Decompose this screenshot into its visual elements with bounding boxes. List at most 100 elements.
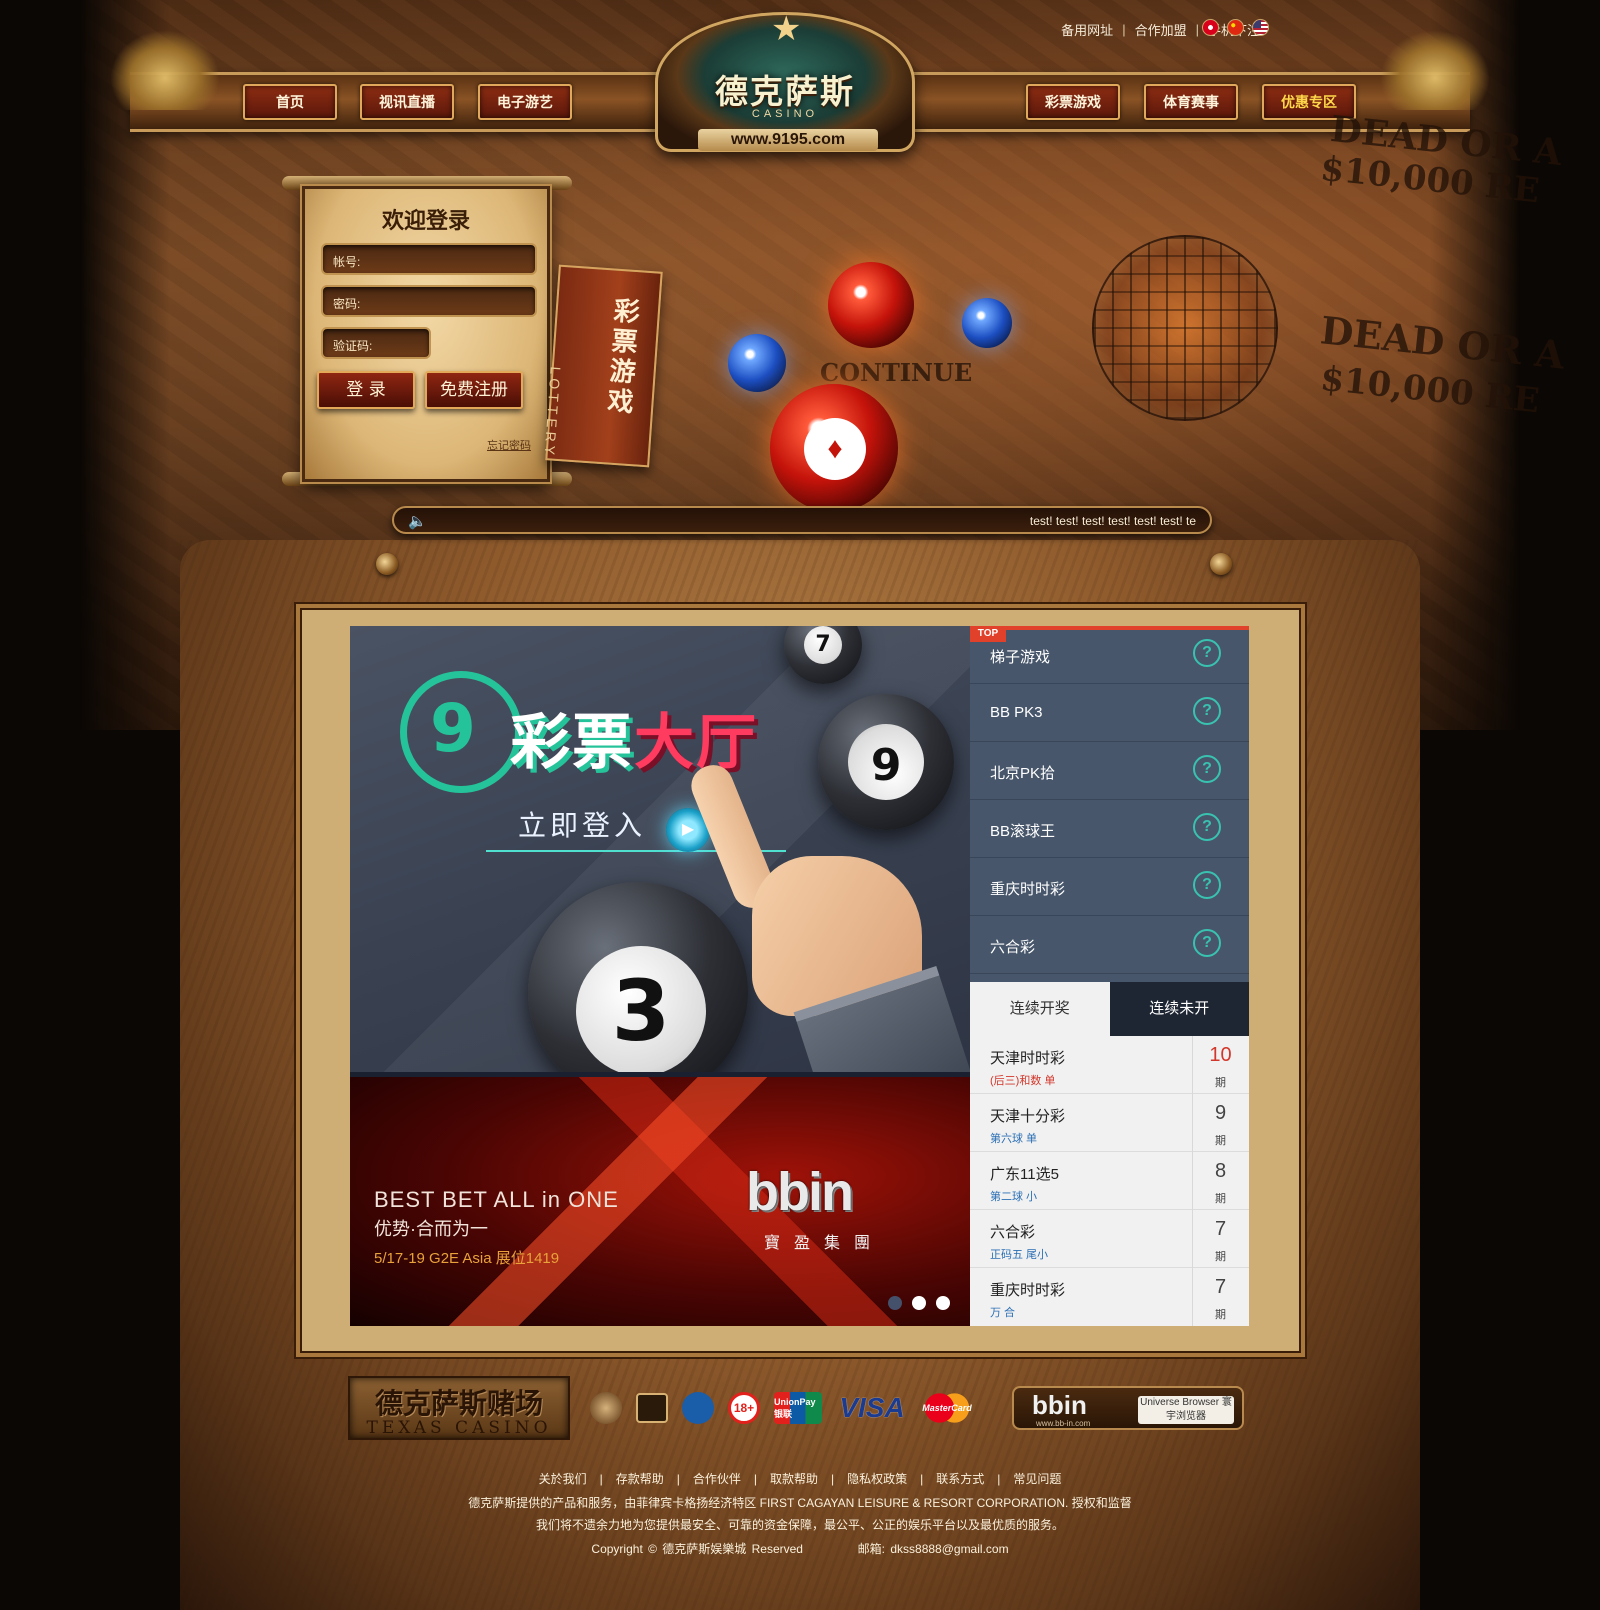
carousel-dot[interactable] bbox=[888, 1296, 902, 1310]
carousel-dots bbox=[888, 1296, 950, 1310]
carousel-dot[interactable] bbox=[936, 1296, 950, 1310]
draw-detail: 万 合 bbox=[990, 1307, 1016, 1319]
crest-icon bbox=[590, 1392, 622, 1424]
draw-row[interactable]: 天津时时彩 (后三)和数 单 10 期 bbox=[970, 1036, 1249, 1094]
account-field[interactable]: 帐号: bbox=[321, 243, 537, 275]
draw-row[interactable]: 广东11选5 第二球 小 8 期 bbox=[970, 1152, 1249, 1210]
account-label: 帐号: bbox=[333, 255, 361, 269]
footer-link-deposit-help[interactable]: 存款帮助 bbox=[616, 1472, 664, 1486]
separator: | bbox=[1122, 22, 1126, 37]
language-flags bbox=[1202, 19, 1269, 36]
login-button[interactable]: 登 录 bbox=[317, 371, 415, 409]
carousel-dot[interactable] bbox=[912, 1296, 926, 1310]
hk-flag-icon[interactable] bbox=[1202, 19, 1219, 36]
separator: | bbox=[676, 1472, 680, 1486]
universe-browser-badge[interactable]: Universe Browser 寰宇浏览器 bbox=[1138, 1396, 1234, 1424]
draw-unit: 期 bbox=[1215, 1135, 1226, 1147]
game-item[interactable]: 六合彩 ? bbox=[970, 916, 1249, 974]
captcha-field[interactable]: 验证码: bbox=[321, 327, 431, 359]
game-item[interactable]: 梯子游戏 ? bbox=[970, 626, 1249, 684]
footer-copyright-row: Copyright © 德克萨斯娱樂城 Reserved 邮箱: dkss888… bbox=[0, 1540, 1600, 1557]
footer-license-text: 德克萨斯提供的产品和服务，由菲律宾卡格扬经济特区 FIRST CAGAYAN L… bbox=[468, 1496, 1132, 1510]
footer-link-partners[interactable]: 合作伙伴 bbox=[693, 1472, 741, 1486]
ticker-text: test! test! test! test! test! test! te bbox=[1029, 514, 1196, 528]
draw-row[interactable]: 重庆时时彩 万 合 7 期 bbox=[970, 1268, 1249, 1326]
game-item[interactable]: BB滚球王 ? bbox=[970, 800, 1249, 858]
help-icon[interactable]: ? bbox=[1193, 929, 1221, 957]
unionpay-icon: UnionPay 银联 bbox=[774, 1392, 822, 1424]
bbin-logo: bbin bbox=[746, 1162, 854, 1222]
banner-title-part1: 彩票 bbox=[510, 709, 634, 776]
site-logo[interactable]: ★ 德克萨斯 CASINO www.9195.com bbox=[655, 10, 915, 152]
game-item[interactable]: 北京PK拾 ? bbox=[970, 742, 1249, 800]
help-icon[interactable]: ? bbox=[1193, 813, 1221, 841]
cn-flag-icon[interactable] bbox=[1227, 19, 1244, 36]
draw-detail: 第二球 小 bbox=[990, 1191, 1038, 1203]
nav-lottery[interactable]: 彩票游戏 bbox=[1026, 84, 1120, 120]
draw-name: 六合彩 bbox=[990, 1224, 1036, 1241]
game-name: 六合彩 bbox=[990, 939, 1036, 956]
draw-detail: 正码五 尾小 bbox=[990, 1249, 1049, 1261]
footer-link-contact[interactable]: 联系方式 bbox=[936, 1472, 984, 1486]
draw-row[interactable]: 六合彩 正码五 尾小 7 期 bbox=[970, 1210, 1249, 1268]
bbin-logo: bbin bbox=[1032, 1390, 1087, 1420]
separator: | bbox=[920, 1472, 924, 1486]
captcha-input[interactable] bbox=[385, 333, 421, 353]
lottery-ball-icon bbox=[828, 262, 914, 348]
nav-sports[interactable]: 体育赛事 bbox=[1144, 84, 1238, 120]
nav-electronic-games[interactable]: 电子游艺 bbox=[478, 84, 572, 120]
star-icon: ★ bbox=[771, 10, 802, 48]
password-field[interactable]: 密码: bbox=[321, 285, 537, 317]
account-input[interactable] bbox=[375, 249, 527, 269]
dragon-ornament-icon bbox=[1380, 30, 1490, 110]
backup-url-link[interactable]: 备用网址 bbox=[1061, 20, 1113, 39]
certificate-icon bbox=[636, 1393, 668, 1423]
dragon-ornament-icon bbox=[110, 30, 220, 110]
forgot-password-link[interactable]: 忘记密码 bbox=[487, 437, 531, 453]
draw-count: 8 bbox=[1214, 1160, 1227, 1182]
ball-number: 7 bbox=[804, 626, 842, 664]
draw-name: 广东11选5 bbox=[990, 1166, 1059, 1183]
lottery-hall-banner[interactable]: 9 彩票大厅 立即登入 ▶ 7 6 3 bbox=[350, 626, 970, 1072]
banner2-headline: BEST BET ALL in ONE bbox=[374, 1187, 619, 1212]
bbin-banner[interactable]: BEST BET ALL in ONE 优势·合而为一 5/17-19 G2E … bbox=[350, 1077, 970, 1326]
footer-bbin-badge[interactable]: bbin www.bb-in.com Universe Browser 寰宇浏览… bbox=[1012, 1386, 1244, 1430]
password-input[interactable] bbox=[375, 291, 527, 311]
tab-consecutive-drawn[interactable]: 连续开奖 bbox=[970, 982, 1110, 1036]
bbin-url: www.bb-in.com bbox=[1036, 1419, 1091, 1428]
speaker-icon: 🔈 bbox=[408, 513, 427, 530]
pointing-hand-icon bbox=[685, 756, 970, 1072]
footer-logo-cn: 德克萨斯赌场 bbox=[374, 1387, 543, 1420]
register-button[interactable]: 免费注册 bbox=[425, 371, 523, 409]
tab-consecutive-undrawn[interactable]: 连续未开 bbox=[1110, 982, 1250, 1036]
mastercard-icon: MasterCard bbox=[922, 1392, 972, 1424]
footer-link-withdraw-help[interactable]: 取款帮助 bbox=[770, 1472, 818, 1486]
lottery-side-tab[interactable]: 彩票游戏 LOTTERY bbox=[541, 264, 663, 468]
footer-logo-en: TEXAS CASINO bbox=[366, 1418, 552, 1438]
nail-icon bbox=[1210, 553, 1232, 575]
lottery-cage-icon bbox=[1092, 235, 1278, 421]
footer-promise-text: 我们将不遗余力地为您提供最安全、可靠的资金保障，最公平、公正的娱乐平台以及最优质… bbox=[535, 1518, 1064, 1532]
footer-link-about[interactable]: 关於我们 bbox=[539, 1472, 587, 1486]
game-list: TOP 梯子游戏 ? BB PK3 ? 北京PK拾 ? BB滚球王 ? 重庆时时… bbox=[970, 626, 1249, 982]
game-item[interactable]: 重庆时时彩 ? bbox=[970, 858, 1249, 916]
partner-link[interactable]: 合作加盟 bbox=[1135, 20, 1187, 39]
draw-name: 天津十分彩 bbox=[990, 1108, 1066, 1125]
help-icon[interactable]: ? bbox=[1193, 871, 1221, 899]
game-name: BB PK3 bbox=[990, 704, 1043, 721]
draw-unit: 期 bbox=[1215, 1309, 1226, 1321]
draw-tabs: 连续开奖 连续未开 bbox=[970, 982, 1249, 1036]
game-name: 重庆时时彩 bbox=[990, 881, 1066, 898]
footer-link-privacy[interactable]: 隐私权政策 bbox=[847, 1472, 907, 1486]
help-icon[interactable]: ? bbox=[1193, 755, 1221, 783]
announcement-ticker[interactable]: 🔈 test! test! test! test! test! test! te bbox=[392, 506, 1212, 534]
nav-live-video[interactable]: 视讯直播 bbox=[360, 84, 454, 120]
draw-row[interactable]: 天津十分彩 第六球 单 9 期 bbox=[970, 1094, 1249, 1152]
footer-link-faq[interactable]: 常见问题 bbox=[1013, 1472, 1061, 1486]
nav-home[interactable]: 首页 bbox=[243, 84, 337, 120]
us-flag-icon[interactable] bbox=[1252, 19, 1269, 36]
help-icon[interactable]: ? bbox=[1193, 639, 1221, 667]
draw-count: 7 bbox=[1214, 1218, 1227, 1240]
game-item[interactable]: BB PK3 ? bbox=[970, 684, 1249, 742]
help-icon[interactable]: ? bbox=[1193, 697, 1221, 725]
